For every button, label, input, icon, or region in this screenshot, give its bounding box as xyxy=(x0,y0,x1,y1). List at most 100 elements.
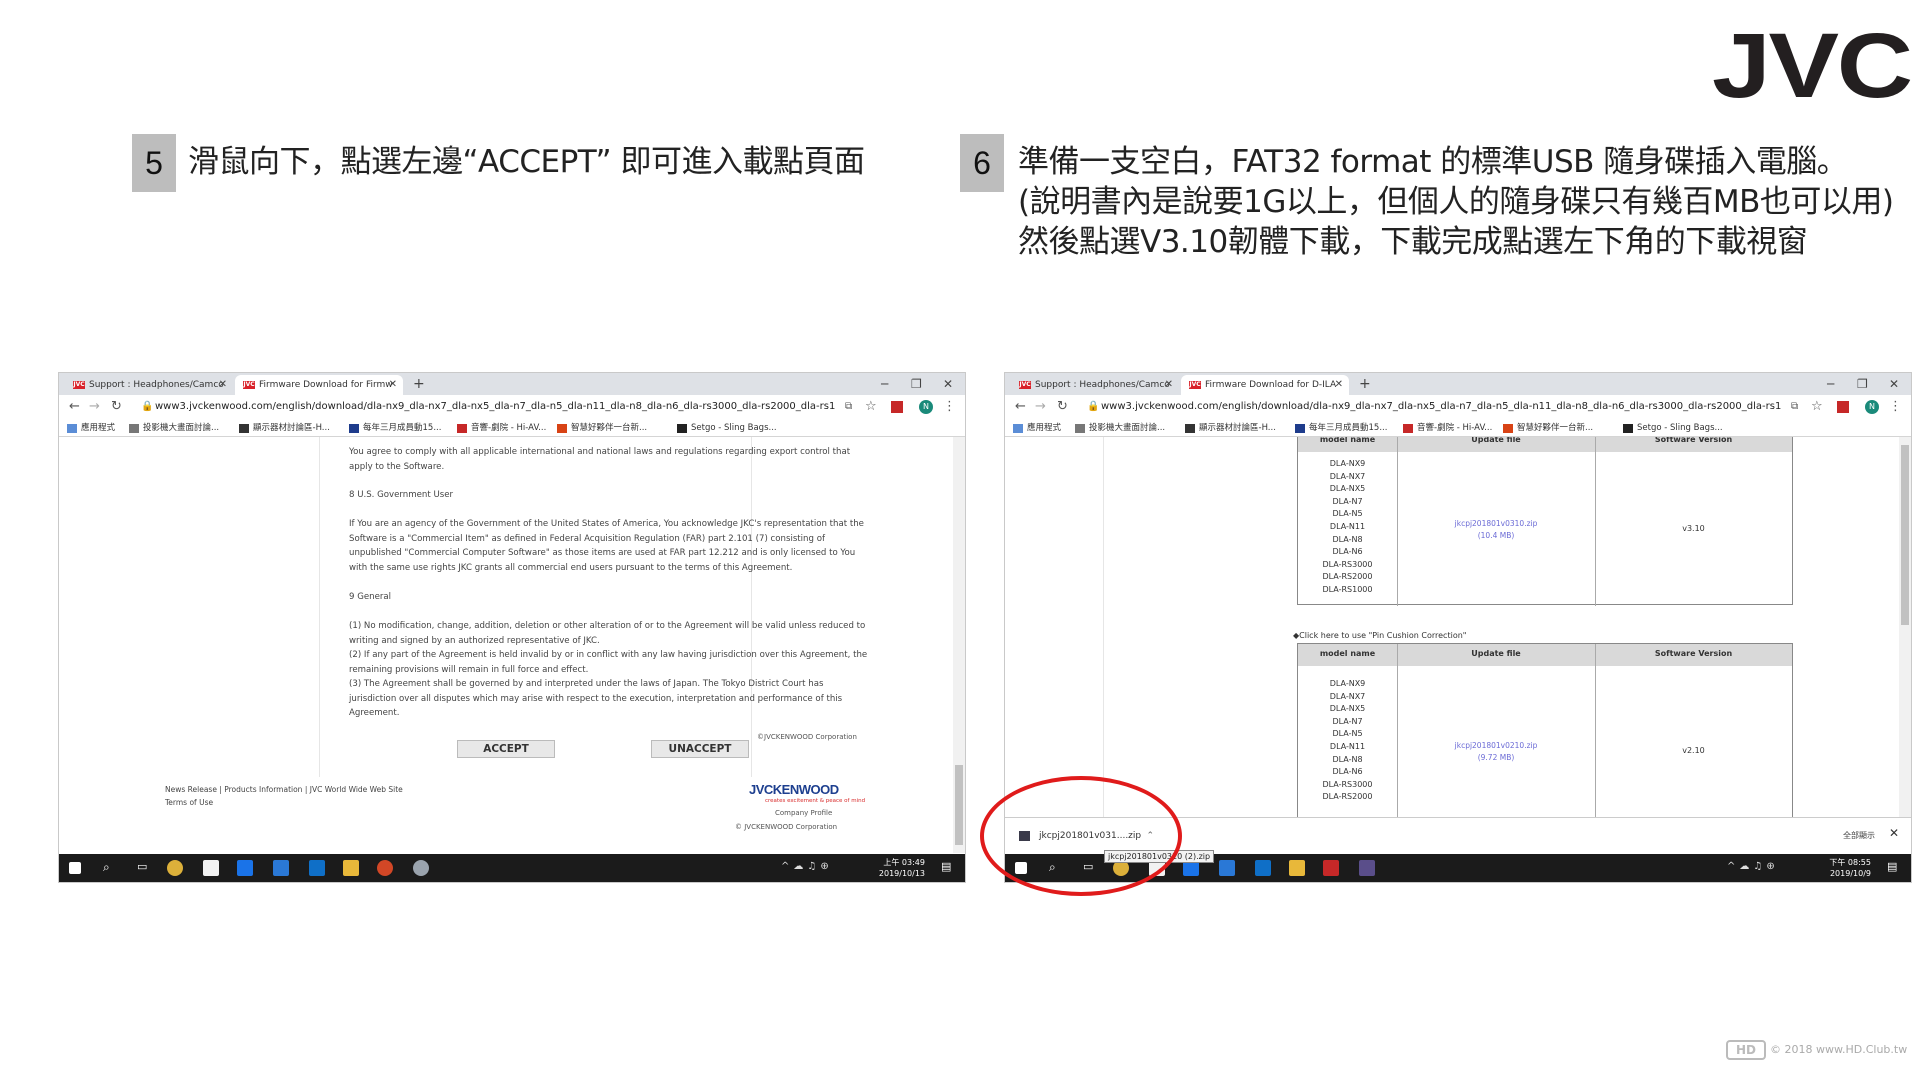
model-cell: DLA-NX5 xyxy=(1329,484,1366,494)
vertical-scrollbar[interactable] xyxy=(1899,437,1911,853)
model-cell: DLA-NX7 xyxy=(1329,471,1366,481)
bookmark-item[interactable]: 顯示器材討論區-H... xyxy=(1185,421,1276,435)
close-tab-icon[interactable]: ✕ xyxy=(1335,375,1343,395)
unaccept-button[interactable]: UNACCEPT xyxy=(651,740,749,758)
close-window-icon[interactable]: ✕ xyxy=(943,375,953,393)
tab-bar: JVC Support : Headphones/Camco ✕ JVC Fir… xyxy=(1005,373,1911,395)
search-icon[interactable]: ⌕ xyxy=(103,860,119,876)
clock-time: 上午 03:49 xyxy=(883,858,925,867)
notification-icon[interactable]: ▤ xyxy=(941,860,957,876)
bookmark-apps[interactable]: 應用程式 xyxy=(67,421,115,435)
license-heading: 9 General xyxy=(349,592,392,602)
new-tab-icon[interactable]: + xyxy=(1359,375,1371,393)
app-icon[interactable] xyxy=(1359,860,1375,876)
restore-icon[interactable]: ❐ xyxy=(1857,375,1868,393)
calculator-icon[interactable] xyxy=(273,860,289,876)
bookmark-apps[interactable]: 應用程式 xyxy=(1013,421,1061,435)
translate-icon[interactable]: ⧉ xyxy=(845,399,852,415)
profile-avatar[interactable]: N xyxy=(919,400,933,414)
scrollbar-thumb[interactable] xyxy=(955,765,963,845)
url-field[interactable]: www3.jvckenwood.com/english/download/dla… xyxy=(155,399,835,415)
vertical-scrollbar[interactable] xyxy=(953,437,965,853)
system-tray-icons[interactable]: ^☁♫⊕ xyxy=(1727,861,1779,872)
company-profile-link[interactable]: Company Profile xyxy=(775,809,832,817)
bookmark-star-icon[interactable]: ☆ xyxy=(1811,399,1823,415)
file-explorer-icon[interactable] xyxy=(1289,860,1305,876)
store-icon[interactable] xyxy=(203,860,219,876)
outlook-icon[interactable] xyxy=(1255,860,1271,876)
model-cell: DLA-RS3000 xyxy=(1322,779,1373,789)
bookmark-item[interactable]: 智慧好夥伴一台新... xyxy=(1503,421,1593,435)
calculator-icon[interactable] xyxy=(1219,860,1235,876)
minimize-icon[interactable]: ─ xyxy=(1827,375,1834,393)
model-cell: DLA-N8 xyxy=(1332,754,1363,764)
outlook-icon[interactable] xyxy=(309,860,325,876)
edge-icon[interactable] xyxy=(237,860,253,876)
footer-nav-links[interactable]: News Release | Products Information | JV… xyxy=(165,783,403,796)
app-icon[interactable] xyxy=(413,860,429,876)
show-all-downloads[interactable]: 全部顯示 xyxy=(1843,830,1875,841)
powerpoint-icon[interactable] xyxy=(377,860,393,876)
url-field[interactable]: www3.jvckenwood.com/english/download/dla… xyxy=(1101,399,1781,415)
task-view-icon[interactable]: ▭ xyxy=(137,860,153,876)
back-arrow-icon[interactable]: ← xyxy=(1015,399,1026,415)
scrollbar-thumb[interactable] xyxy=(1901,445,1909,625)
close-tab-icon[interactable]: ✕ xyxy=(1165,375,1173,395)
close-window-icon[interactable]: ✕ xyxy=(1889,375,1899,393)
bookmark-item[interactable]: 顯示器材討論區-H... xyxy=(239,421,330,435)
tab-support[interactable]: JVC Support : Headphones/Camco ✕ xyxy=(65,375,233,395)
restore-icon[interactable]: ❐ xyxy=(911,375,922,393)
system-tray-icons[interactable]: ^☁♫⊕ xyxy=(781,861,833,872)
lock-icon: 🔒 xyxy=(141,401,154,412)
tab-support[interactable]: JVC Support : Headphones/Camco ✕ xyxy=(1011,375,1179,395)
bookmark-label: 每年三月成員動15... xyxy=(1309,423,1388,433)
reload-icon[interactable]: ↻ xyxy=(111,399,122,415)
back-arrow-icon[interactable]: ← xyxy=(69,399,80,415)
model-cell: DLA-N11 xyxy=(1329,741,1366,751)
notification-icon[interactable]: ▤ xyxy=(1887,860,1903,876)
bookmark-label: 音響-劇院 - Hi-AV... xyxy=(471,423,547,433)
taskbar-clock[interactable]: 上午 03:49 2019/10/13 xyxy=(879,857,925,879)
bookmark-item[interactable]: 智慧好夥伴一台新... xyxy=(557,421,647,435)
forward-arrow-icon[interactable]: → xyxy=(1035,399,1046,415)
taskbar-clock[interactable]: 下午 08:55 2019/10/9 xyxy=(1829,857,1871,879)
windows-start-icon[interactable] xyxy=(69,862,81,874)
bookmark-item[interactable]: Setgo - Sling Bags... xyxy=(1623,421,1723,435)
reload-icon[interactable]: ↻ xyxy=(1057,399,1068,415)
extension-icon[interactable] xyxy=(1837,401,1849,413)
menu-dots-icon[interactable]: ⋮ xyxy=(1889,399,1902,415)
file-explorer-icon[interactable] xyxy=(343,860,359,876)
minimize-icon[interactable]: ─ xyxy=(881,375,888,393)
bookmark-item[interactable]: 音響-劇院 - Hi-AV... xyxy=(1403,421,1492,435)
translate-icon[interactable]: ⧉ xyxy=(1791,399,1798,415)
firmware-v210-download-link[interactable]: jkcpj201801v0210.zip (9.72 MB) xyxy=(1397,740,1595,764)
chrome-icon[interactable] xyxy=(167,860,183,876)
accept-button[interactable]: ACCEPT xyxy=(457,740,555,758)
bookmark-item[interactable]: 投影機大畫面討論... xyxy=(1075,421,1165,435)
bookmark-item[interactable]: Setgo - Sling Bags... xyxy=(677,421,777,435)
acrobat-icon[interactable] xyxy=(1323,860,1339,876)
close-tab-icon[interactable]: ✕ xyxy=(389,375,397,395)
model-cell: DLA-RS3000 xyxy=(1322,559,1373,569)
model-cell: DLA-NX9 xyxy=(1329,459,1366,468)
bookmark-star-icon[interactable]: ☆ xyxy=(865,399,877,415)
bookmark-item[interactable]: 投影機大畫面討論... xyxy=(129,421,219,435)
bookmark-item[interactable]: 每年三月成員動15... xyxy=(1295,421,1387,435)
footer-links: News Release | Products Information | JV… xyxy=(165,783,403,809)
firmware-v310-download-link[interactable]: jkcpj201801v0310.zip (10.4 MB) xyxy=(1397,518,1595,542)
apps-grid-icon xyxy=(67,424,77,433)
forward-arrow-icon[interactable]: → xyxy=(89,399,100,415)
bookmark-item[interactable]: 每年三月成員動15... xyxy=(349,421,441,435)
new-tab-icon[interactable]: + xyxy=(413,375,425,393)
bookmark-item[interactable]: 音響-劇院 - Hi-AV... xyxy=(457,421,546,435)
tab-firmware-download[interactable]: JVC Firmware Download for Firmw ✕ xyxy=(235,375,403,395)
extension-icon[interactable] xyxy=(891,401,903,413)
close-download-shelf-icon[interactable]: ✕ xyxy=(1889,826,1899,840)
menu-dots-icon[interactable]: ⋮ xyxy=(943,399,956,415)
close-tab-icon[interactable]: ✕ xyxy=(219,375,227,395)
tab-firmware-download[interactable]: JVC Firmware Download for D-ILA ✕ xyxy=(1181,375,1349,395)
pin-cushion-note[interactable]: ◆Click here to use "Pin Cushion Correcti… xyxy=(1293,631,1466,640)
hd-club-logo-icon: HD xyxy=(1726,1040,1766,1060)
terms-of-use-link[interactable]: Terms of Use xyxy=(165,796,403,809)
profile-avatar[interactable]: N xyxy=(1865,400,1879,414)
